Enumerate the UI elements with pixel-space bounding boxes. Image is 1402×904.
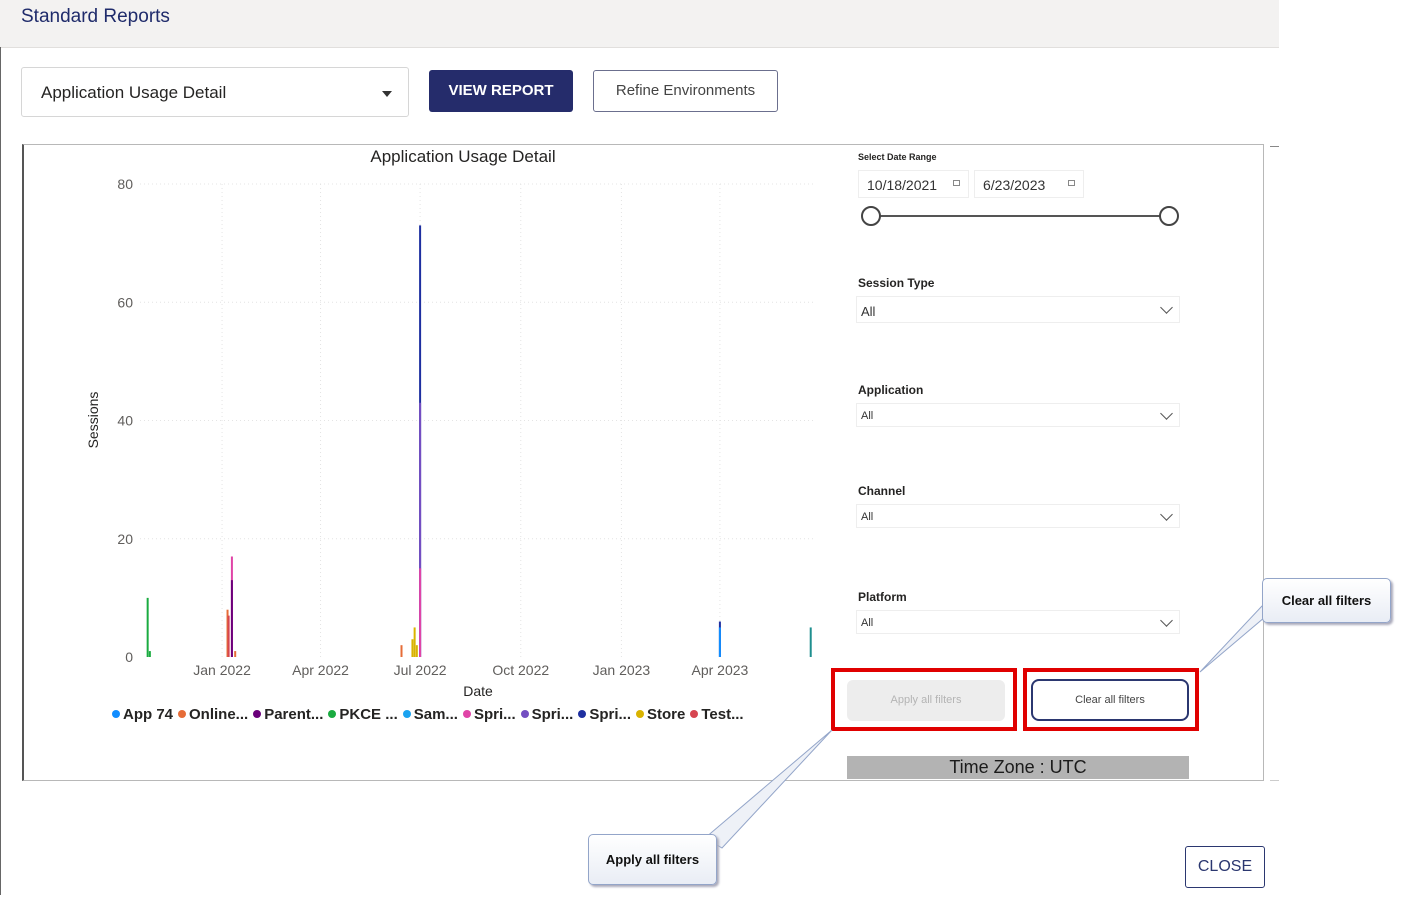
apply-callout-pointer: [704, 729, 833, 849]
callout-pointers: [704, 605, 1280, 849]
close-button[interactable]: CLOSE: [1185, 846, 1265, 888]
apply-filters-callout: Apply all filters: [588, 834, 717, 885]
clear-filters-callout: Clear all filters: [1262, 578, 1391, 623]
